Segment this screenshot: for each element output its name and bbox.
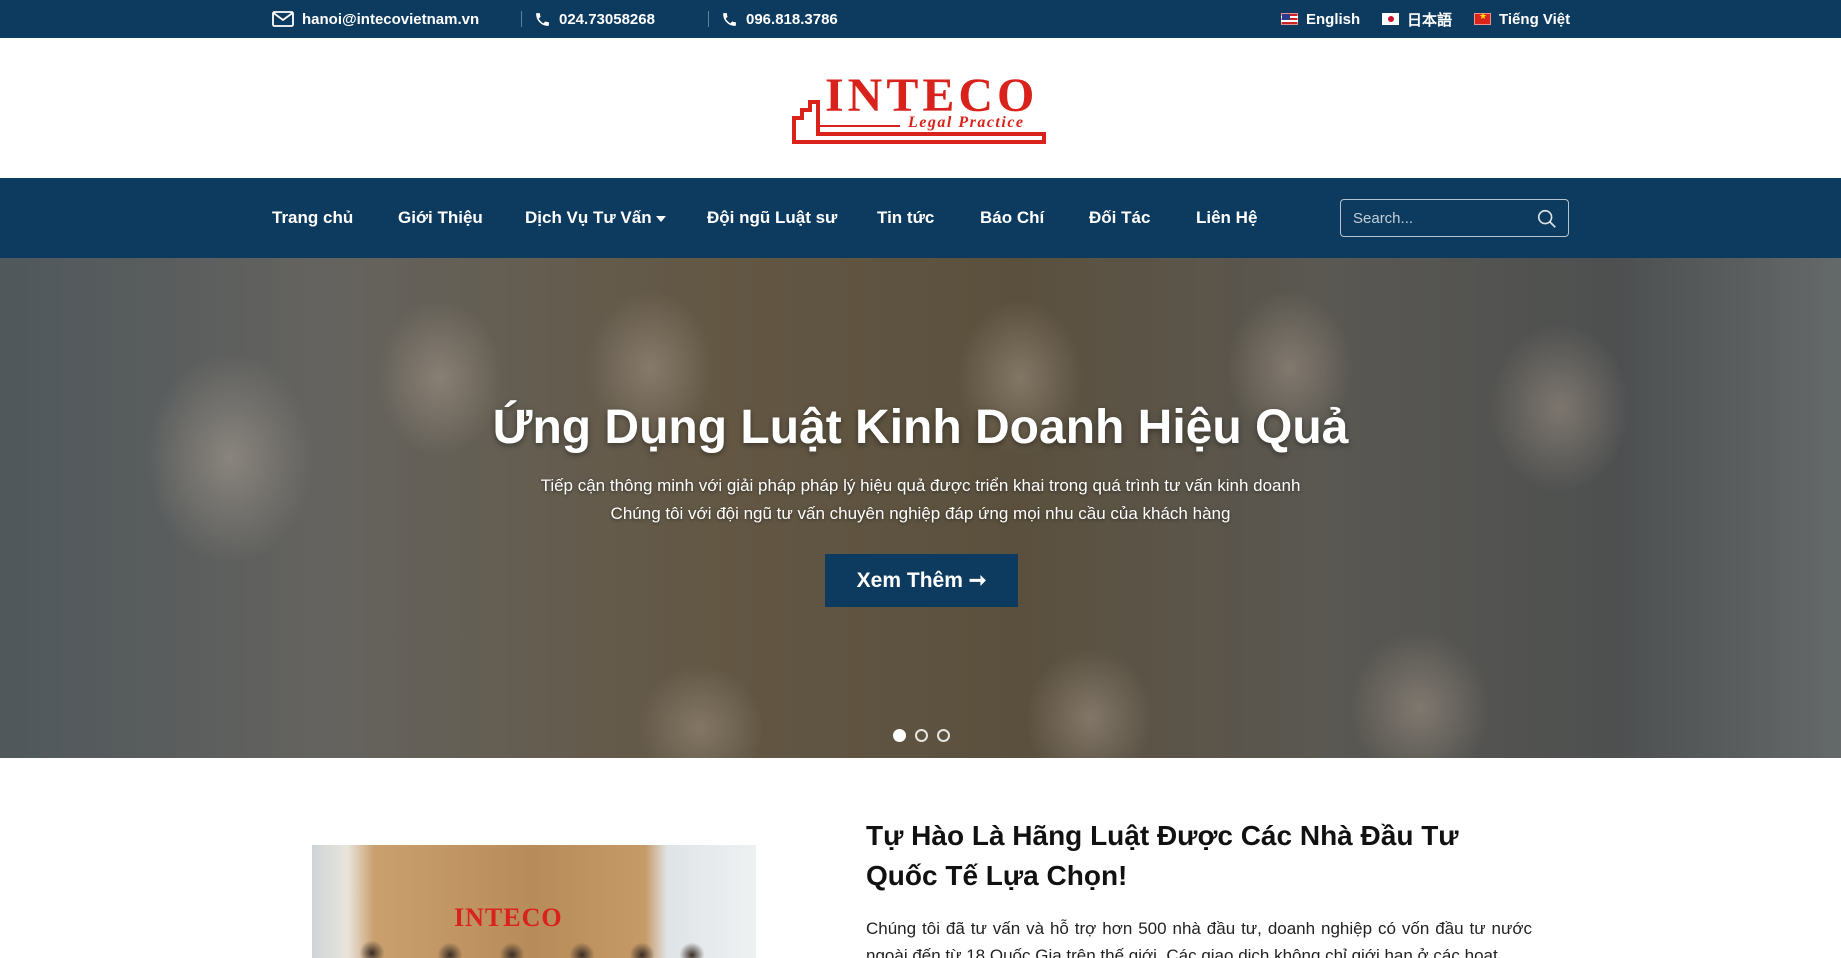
phone-icon [723,12,736,26]
search-input[interactable] [1341,200,1526,236]
nav-item-partners[interactable]: Đối Tác [1089,178,1150,258]
nav-item-lawyers[interactable]: Đội ngũ Luật sư [707,178,837,258]
phone-contact-2[interactable]: 096.818.3786 [721,0,838,38]
search-icon[interactable] [1536,208,1558,230]
nav-item-press[interactable]: Báo Chí [980,178,1044,258]
photo-people [312,933,756,958]
nav-item-about[interactable]: Giới Thiệu [398,178,483,258]
nav-item-label: Dịch Vụ Tư Vấn [525,208,652,227]
site-logo[interactable]: INTECO Legal Practice [790,69,1048,146]
mail-icon [272,11,294,27]
phone-contact-1[interactable]: 024.73058268 [534,0,655,38]
lang-japanese[interactable]: 日本語 [1382,0,1452,38]
us-flag-icon [1281,13,1298,25]
phone-icon [536,12,549,26]
section-text: Chúng tôi đã tư vấn và hỗ trợ hơn 500 nh… [866,919,1532,958]
hero-title: Ứng Dụng Luật Kinh Doanh Hiệu Quả [492,401,1349,454]
logo-tagline: Legal Practice [908,114,1025,131]
slider-dot-2[interactable] [915,729,928,742]
section-title: Tự Hào Là Hãng Luật Được Các Nhà Đầu Tư … [866,820,1459,891]
slider-dot-3[interactable] [937,729,950,742]
divider [708,11,709,27]
vn-flag-icon [1474,11,1491,25]
top-bar: hanoi@intecovietnam.vn 024.73058268 096.… [0,0,1841,38]
hero-slider: Ứng Dụng Luật Kinh Doanh Hiệu Quả Tiếp c… [0,258,1841,758]
lang-label[interactable]: 日本語 [1407,9,1452,30]
email-text[interactable]: hanoi@intecovietnam.vn [302,11,479,28]
phone-text-1[interactable]: 024.73058268 [559,11,655,28]
email-contact[interactable]: hanoi@intecovietnam.vn [272,0,479,38]
lang-vietnamese[interactable]: Tiếng Việt [1474,0,1570,38]
nav-item-news[interactable]: Tin tức [877,178,934,258]
lang-label[interactable]: Tiếng Việt [1499,11,1570,28]
divider [521,11,522,27]
nav-item-home[interactable]: Trang chủ [272,178,353,258]
search-box [1340,199,1569,237]
chevron-down-icon [655,215,666,222]
lang-label[interactable]: English [1306,11,1360,28]
slider-dot-1[interactable] [893,729,906,742]
hero-subtitle-2: Chúng tôi với đội ngũ tư vấn chuyên nghi… [610,504,1231,523]
main-nav: Trang chủ Giới Thiệu Dịch Vụ Tư Vấn Đội … [0,178,1841,258]
team-photo: INTECO [312,845,756,958]
nav-item-contact[interactable]: Liên Hệ [1196,178,1257,258]
read-more-button[interactable]: Xem Thêm ➞ [825,554,1018,607]
photo-logo-text: INTECO [454,903,563,932]
hero-subtitle-1: Tiếp cận thông minh với giải pháp pháp l… [540,476,1301,495]
phone-text-2[interactable]: 096.818.3786 [746,11,838,28]
logo-area: INTECO Legal Practice [0,38,1841,178]
nav-item-services[interactable]: Dịch Vụ Tư Vấn [525,178,666,258]
jp-flag-icon [1382,13,1399,25]
lang-english[interactable]: English [1281,0,1360,38]
